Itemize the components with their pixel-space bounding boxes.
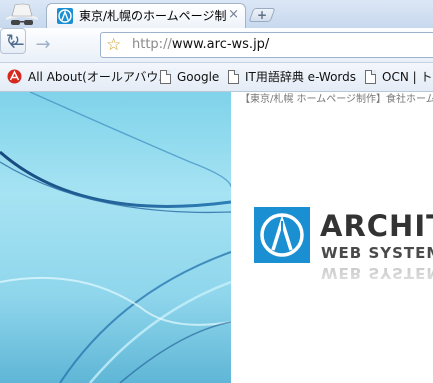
page-tagline: 【東京/札幌 ホームページ制作】食社ホームページ	[240, 94, 433, 105]
tab-title: 東京/札幌のホームページ制…	[79, 9, 227, 23]
url-host: www.arc-ws.jp/	[171, 37, 270, 52]
logo-subtitle: WEB SYSTEM	[321, 244, 433, 262]
page-icon	[160, 70, 171, 84]
tab-strip: 東京/札幌のホームページ制… × +	[0, 0, 433, 28]
bookmark-label: OCN | トッ	[382, 70, 433, 84]
page-icon	[365, 70, 376, 84]
address-bar[interactable]: ☆ http://www.arc-ws.jp/	[100, 32, 433, 58]
back-button[interactable]: ←	[6, 34, 28, 56]
decorative-blue-swirl-image	[0, 92, 231, 383]
logo-wordmark: ARCHITEC	[320, 209, 433, 243]
bookmark-label: IT用語辞典 e-Words	[245, 70, 357, 84]
forward-button[interactable]: →	[32, 34, 54, 56]
reflection-fade	[250, 262, 433, 302]
new-tab-button[interactable]: +	[248, 8, 276, 22]
bookmark-label: All About(オールアバウ...	[28, 70, 170, 84]
url-scheme: http://	[132, 37, 172, 52]
toolbar: ← → ↻ ☆ http://www.arc-ws.jp/	[0, 28, 433, 63]
url-text[interactable]: http://www.arc-ws.jp/	[132, 37, 269, 53]
allabout-icon	[7, 69, 22, 84]
bookmark-label: Google	[177, 70, 220, 84]
incognito-icon	[6, 3, 38, 25]
bookmark-ocn[interactable]: OCN | トッ	[365, 69, 433, 85]
page-icon	[228, 70, 239, 84]
plus-icon: +	[256, 8, 268, 22]
bookmarks-bar: All About(オールアバウ... Google IT用語辞典 e-Word…	[0, 63, 433, 92]
tab-active[interactable]: 東京/札幌のホームページ制… ×	[46, 3, 246, 28]
bookmark-star-icon[interactable]: ☆	[106, 34, 121, 56]
bookmark-e-words[interactable]: IT用語辞典 e-Words	[228, 69, 356, 85]
bookmark-google[interactable]: Google	[160, 69, 219, 85]
architect-logo-icon	[254, 207, 310, 263]
bookmark-allabout[interactable]: All About(オールアバウ...	[7, 69, 170, 85]
tab-close-icon[interactable]: ×	[228, 7, 239, 23]
web-page-content: 【東京/札幌 ホームページ制作】食社ホームページ ARCHITEC WEB SY…	[0, 92, 433, 383]
site-favicon-icon	[57, 8, 73, 24]
